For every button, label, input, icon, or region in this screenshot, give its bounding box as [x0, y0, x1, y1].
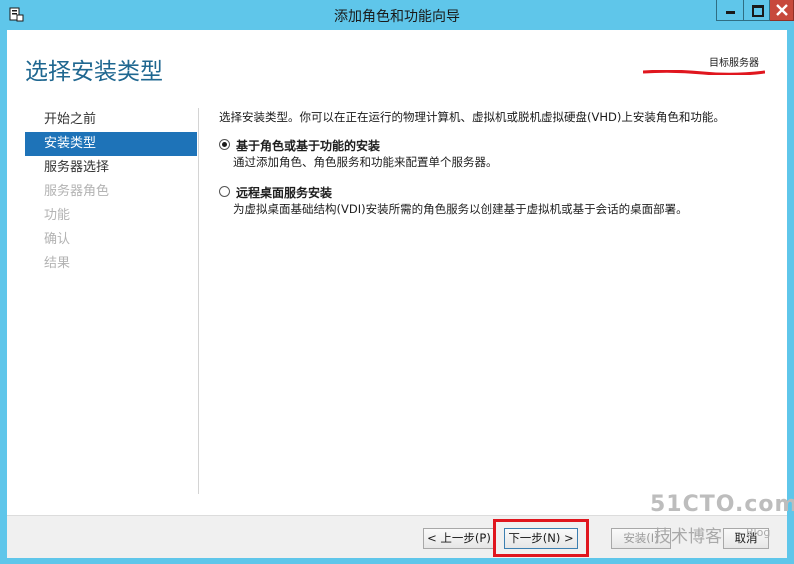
nav-item-confirmation: 确认 [44, 232, 71, 247]
intro-text: 选择安装类型。你可以在正在运行的物理计算机、虚拟机或脱机虚拟硬盘(VHD)上安装… [219, 110, 725, 124]
next-button-highlight [493, 519, 589, 557]
wizard-window: 选择安装类型 目标服务器 开始之前 安装类型 服务器选择 服务器角色 功能 确认… [7, 30, 787, 558]
window-title: 添加角色和功能向导 [334, 9, 460, 25]
nav-item-features: 功能 [44, 208, 71, 223]
destination-server-label: 目标服务器 [709, 58, 759, 69]
minimize-button[interactable] [716, 0, 744, 21]
content-pane: 选择安装类型。你可以在正在运行的物理计算机、虚拟机或脱机虚拟硬盘(VHD)上安装… [219, 109, 779, 216]
option-role-based-label[interactable]: 基于角色或基于功能的安装 [236, 137, 380, 154]
maximize-button[interactable] [744, 0, 770, 21]
option-remote-desktop-label[interactable]: 远程桌面服务安装 [236, 184, 332, 201]
nav-item-server-selection[interactable]: 服务器选择 [25, 156, 197, 180]
install-button: 安装(I) [611, 528, 671, 549]
nav-item-server-roles: 服务器角色 [44, 184, 110, 199]
nav-divider [198, 108, 199, 494]
radio-role-based[interactable] [219, 139, 230, 150]
title-bar: 添加角色和功能向导 [0, 0, 794, 30]
nav-item-results: 结果 [44, 256, 71, 271]
previous-button[interactable]: < 上一步(P) [423, 528, 495, 549]
close-button[interactable] [770, 0, 794, 21]
option-remote-desktop-description: 为虚拟桌面基础结构(VDI)安装所需的角色服务以创建基于虚拟机或基于会话的桌面部… [233, 202, 688, 216]
wizard-nav: 开始之前 安装类型 服务器选择 服务器角色 功能 确认 结果 [25, 108, 197, 276]
nav-item-installation-type[interactable]: 安装类型 [25, 132, 197, 156]
button-bar: < 上一步(P) 下一步(N) > 安装(I) 取消 [7, 515, 787, 558]
radio-remote-desktop[interactable] [219, 186, 230, 197]
redacted-server-name [643, 70, 765, 75]
page-title: 选择安装类型 [25, 59, 163, 85]
cancel-button[interactable]: 取消 [723, 528, 769, 549]
nav-item-before-you-begin[interactable]: 开始之前 [25, 108, 197, 132]
option-role-based-description: 通过添加角色、角色服务和功能来配置单个服务器。 [233, 155, 498, 169]
close-icon [776, 4, 788, 16]
